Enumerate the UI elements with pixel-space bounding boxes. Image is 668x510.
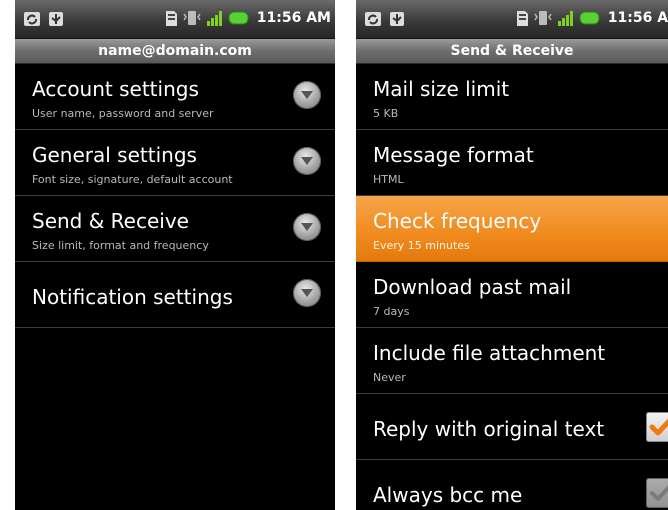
vibrate-icon (533, 9, 553, 27)
item-title: Message format (373, 143, 534, 167)
signal-icon (206, 10, 224, 27)
account-settings-item[interactable]: Account settings User name, password and… (15, 64, 335, 130)
item-summary: Font size, signature, default account (32, 173, 233, 186)
always-bcc-me-item[interactable]: Always bcc me (356, 460, 668, 510)
screen-title: name@domain.com (15, 39, 335, 64)
status-clock: 11:56 AM (607, 10, 668, 26)
send-receive-screen: 11:56 AM Send & Receive Mail size limit … (356, 0, 668, 510)
status-bar: 11:56 AM (356, 0, 668, 39)
checkbox-unchecked[interactable] (646, 478, 668, 508)
vibrate-icon (182, 9, 202, 27)
status-bar: 11:56 AM (15, 0, 335, 39)
item-summary: HTML (373, 173, 404, 186)
item-summary: User name, password and server (32, 107, 214, 120)
item-title: Check frequency (373, 209, 542, 233)
checkbox-checked[interactable] (646, 412, 668, 442)
include-file-attachment-item[interactable]: Include file attachment Never (356, 328, 668, 394)
download-past-mail-item[interactable]: Download past mail 7 days (356, 262, 668, 328)
account-settings-screen: 11:56 AM name@domain.com Account setting… (15, 0, 335, 510)
item-title: Download past mail (373, 275, 572, 299)
sync-icon (364, 11, 382, 27)
item-title: Reply with original text (373, 417, 605, 441)
usb-icon (48, 11, 64, 27)
general-settings-item[interactable]: General settings Font size, signature, d… (15, 130, 335, 196)
settings-list: Account settings User name, password and… (15, 64, 335, 328)
item-summary: 5 KB (373, 107, 399, 120)
send-receive-item[interactable]: Send & Receive Size limit, format and fr… (15, 196, 335, 262)
message-format-item[interactable]: Message format HTML (356, 130, 668, 196)
signal-icon (557, 10, 575, 27)
chevron-down-icon (293, 279, 321, 307)
item-title: Include file attachment (373, 341, 606, 365)
item-title: Notification settings (32, 285, 233, 309)
chevron-down-icon (293, 213, 321, 241)
item-title: Mail size limit (373, 77, 510, 101)
item-summary: 7 days (373, 305, 410, 318)
sd-card-icon (516, 10, 529, 27)
screen-title: Send & Receive (356, 39, 668, 64)
chevron-down-icon (293, 147, 321, 175)
chevron-down-icon (293, 81, 321, 109)
notification-settings-item[interactable]: Notification settings (15, 262, 335, 328)
send-receive-list: Mail size limit 5 KB Message format HTML… (356, 64, 668, 510)
sync-icon (23, 11, 41, 27)
battery-icon (579, 11, 601, 25)
reply-with-original-text-item[interactable]: Reply with original text (356, 394, 668, 460)
battery-icon (228, 11, 250, 25)
mail-size-limit-item[interactable]: Mail size limit 5 KB (356, 64, 668, 130)
usb-icon (389, 11, 405, 27)
item-summary: Never (373, 371, 406, 384)
sd-card-icon (165, 10, 178, 27)
item-summary: Every 15 minutes (373, 239, 470, 252)
item-title: Account settings (32, 77, 199, 101)
item-title: Send & Receive (32, 209, 189, 233)
item-title: Always bcc me (373, 483, 523, 507)
item-title: General settings (32, 143, 197, 167)
check-frequency-item[interactable]: Check frequency Every 15 minutes (356, 196, 668, 262)
status-clock: 11:56 AM (256, 10, 331, 26)
item-summary: Size limit, format and frequency (32, 239, 209, 252)
